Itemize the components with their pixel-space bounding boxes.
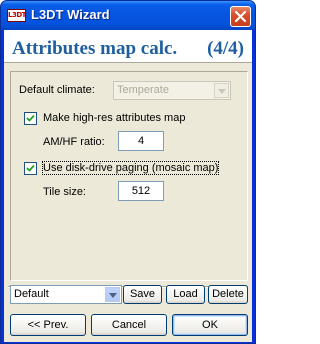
close-button[interactable] (230, 6, 251, 27)
save-preset-button[interactable]: Save (123, 285, 162, 304)
options-panel: Default climate: Temperate Make high-res… (10, 71, 248, 281)
app-logo-icon: L3DT (7, 9, 26, 22)
tile-size-input[interactable]: 512 (118, 181, 164, 201)
page-title: Attributes map calc. (12, 38, 178, 59)
window-title: L3DT Wizard (31, 7, 110, 22)
step-indicator: (4/4) (207, 38, 244, 59)
cancel-button[interactable]: Cancel (91, 314, 167, 336)
default-climate-value: Temperate (117, 84, 169, 96)
chevron-down-icon (214, 83, 229, 98)
close-icon (234, 10, 247, 23)
chevron-down-icon (105, 287, 120, 302)
paging-checkbox[interactable] (24, 162, 37, 175)
preset-select[interactable]: Default (10, 285, 122, 304)
tile-size-label: Tile size: (43, 186, 86, 198)
hires-checkbox[interactable] (24, 112, 37, 125)
checkmark-icon (26, 164, 35, 172)
load-preset-button[interactable]: Load (166, 285, 205, 304)
hires-checkbox-label[interactable]: Make high-res attributes map (43, 112, 185, 124)
prev-button[interactable]: << Prev. (10, 314, 86, 336)
wizard-window: L3DT L3DT Wizard Attributes map calc. (4… (0, 0, 256, 344)
dialog-body: Attributes map calc. (4/4) Default clima… (4, 30, 252, 342)
preset-value: Default (14, 288, 49, 300)
title-bar[interactable]: L3DT L3DT Wizard (1, 1, 255, 30)
wizard-header: Attributes map calc. (4/4) (4, 30, 252, 63)
ok-button[interactable]: OK (172, 314, 248, 336)
default-climate-select[interactable]: Temperate (113, 81, 231, 100)
checkmark-icon (26, 114, 35, 122)
default-climate-label: Default climate: (19, 84, 95, 96)
delete-preset-button[interactable]: Delete (208, 285, 248, 304)
am-hf-ratio-label: AM/HF ratio: (43, 136, 105, 148)
paging-checkbox-label[interactable]: Use disk-drive paging (mosaic map) (41, 161, 220, 175)
am-hf-ratio-input[interactable]: 4 (118, 131, 164, 151)
